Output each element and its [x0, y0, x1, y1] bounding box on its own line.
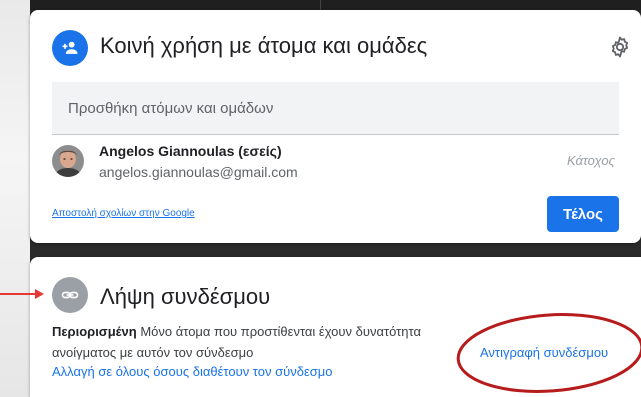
- user-role: Κάτοχος: [567, 153, 615, 168]
- avatar: [52, 145, 84, 177]
- background-top-strip: [0, 0, 641, 10]
- restriction-text-continued: ανοίγματος με αυτόν τον σύνδεσμο: [52, 345, 254, 360]
- user-name: Angelos Giannoulas (εσείς): [99, 143, 282, 159]
- share-dialog-title: Κοινή χρήση με άτομα και ομάδες: [100, 33, 428, 58]
- change-access-link[interactable]: Αλλαγή σε όλους όσους διαθέτουν τον σύνδ…: [52, 364, 333, 379]
- link-icon: [52, 277, 88, 313]
- restriction-description: Περιορισμένη Μόνο άτομα που προστίθενται…: [52, 324, 502, 339]
- get-link-title: Λήψη συνδέσμου: [100, 284, 271, 309]
- share-dialog: Κοινή χρήση με άτομα και ομάδες Προσθήκη…: [30, 10, 641, 243]
- restriction-text: Μόνο άτομα που προστίθενται έχουν δυνατό…: [140, 324, 422, 339]
- background-left-strip: [0, 0, 30, 397]
- add-people-input[interactable]: Προσθήκη ατόμων και ομάδων: [52, 82, 619, 135]
- add-people-placeholder: Προσθήκη ατόμων και ομάδων: [68, 100, 274, 117]
- get-link-dialog: Λήψη συνδέσμου Περιορισμένη Μόνο άτομα π…: [30, 257, 641, 397]
- user-email: angelos.giannoulas@gmail.com: [99, 164, 298, 180]
- person-add-icon: [52, 30, 88, 66]
- send-feedback-link[interactable]: Αποστολή σχολίων στην Google: [52, 208, 195, 219]
- gear-icon[interactable]: [608, 35, 632, 59]
- divider: [320, 0, 321, 10]
- copy-link-button[interactable]: Αντιγραφή συνδέσμου: [480, 345, 608, 360]
- restriction-level[interactable]: Περιορισμένη: [52, 324, 137, 339]
- done-button[interactable]: Τέλος: [547, 196, 619, 232]
